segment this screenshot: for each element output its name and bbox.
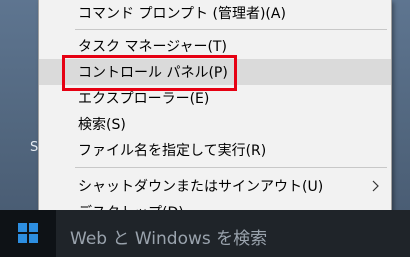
menu-item-label: タスク マネージャー(T) [78,39,227,55]
menu-item-label: ファイル名を指定して実行(R) [78,143,267,159]
menu-item-label: エクスプローラー(E) [78,91,210,107]
menu-item-label: シャットダウンまたはサインアウト(U) [78,179,324,195]
menu-item-search[interactable]: 検索(S) [39,111,391,137]
start-context-menu: コマンド プロンプト (管理者)(A) タスク マネージャー(T) コントロール… [38,0,392,232]
menu-item-label: コマンド プロンプト (管理者)(A) [78,6,286,22]
menu-item-shutdown-signout[interactable]: シャットダウンまたはサインアウト(U) [39,173,391,199]
menu-item-label: 検索(S) [78,117,126,133]
windows-logo-icon [18,223,38,243]
menu-item-command-prompt-admin[interactable]: コマンド プロンプト (管理者)(A) [39,0,391,26]
menu-separator [75,29,387,30]
start-button[interactable] [0,210,55,257]
menu-separator [75,167,387,168]
annotation-highlight-box [62,55,237,91]
search-placeholder: Web と Windows を検索 [70,229,268,249]
chevron-right-icon [372,180,379,192]
taskbar-search-box[interactable]: Web と Windows を検索 [56,210,410,257]
menu-item-run[interactable]: ファイル名を指定して実行(R) [39,137,391,163]
taskbar: Web と Windows を検索 [0,210,410,257]
